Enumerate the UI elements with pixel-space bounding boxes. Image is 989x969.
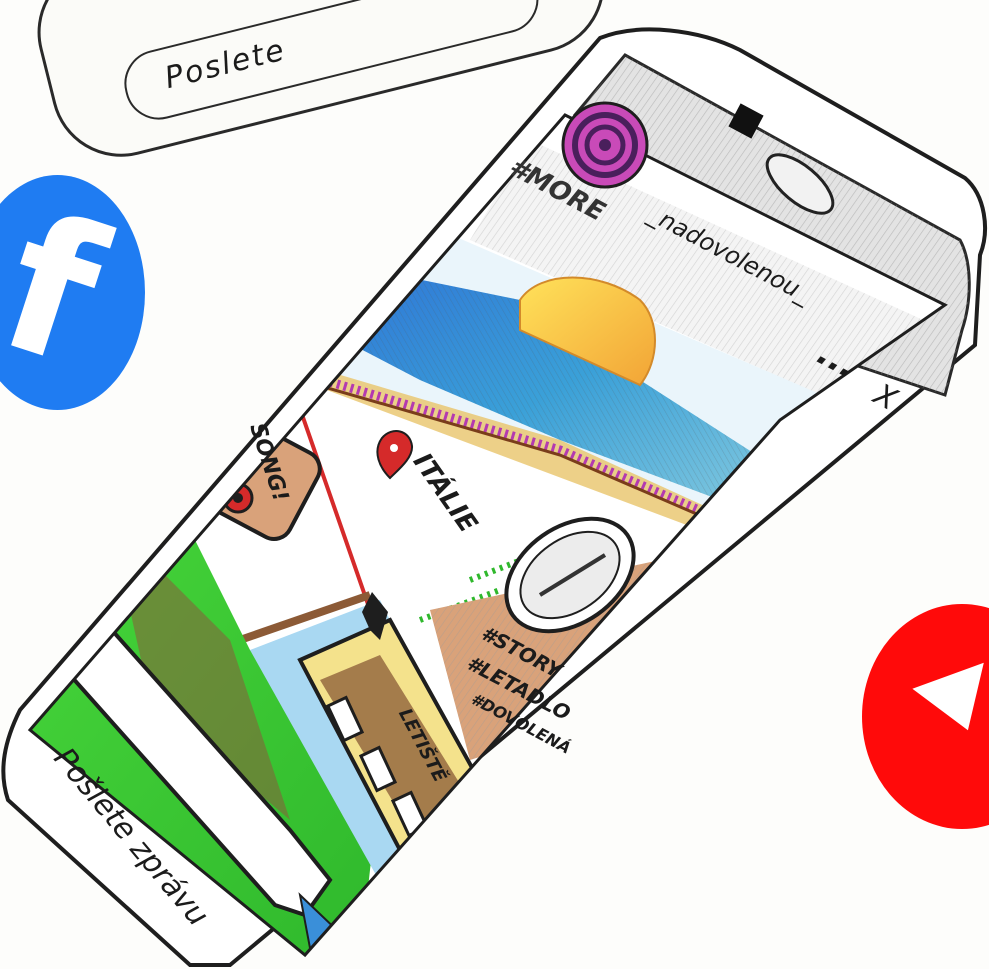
- phone-drawing: [1, 27, 987, 967]
- sketch-stage: Poslete f #MORE _nadovolenou_ ... X ITÁL…: [0, 0, 989, 969]
- avatar: [561, 101, 649, 189]
